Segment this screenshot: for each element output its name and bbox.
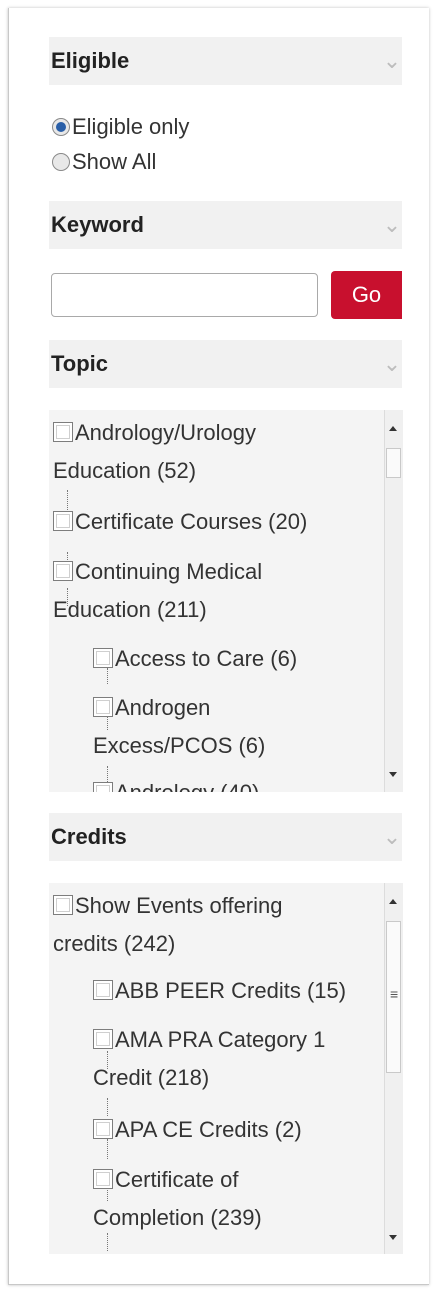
credits-item[interactable]: AMA PRA Category 1 Credit (218) bbox=[93, 1021, 378, 1097]
topic-checkbox[interactable] bbox=[53, 422, 73, 442]
topic-checkbox[interactable] bbox=[93, 648, 113, 668]
credits-item[interactable]: APA CE Credits (2) bbox=[93, 1111, 378, 1149]
credits-scrollbar[interactable]: ≡ bbox=[384, 883, 403, 1254]
topic-checkbox[interactable] bbox=[53, 511, 73, 531]
topic-checkbox[interactable] bbox=[93, 782, 113, 792]
credits-section-title: Credits bbox=[51, 824, 127, 849]
show-all-radio[interactable] bbox=[52, 153, 70, 171]
credits-list[interactable]: Show Events offering credits (242) ABB P… bbox=[49, 883, 384, 1254]
credits-checkbox[interactable] bbox=[53, 895, 73, 915]
topic-item-label: Excess/PCOS (6) bbox=[93, 733, 266, 758]
chevron-down-icon[interactable]: ⌄ bbox=[382, 826, 402, 848]
keyword-section-header[interactable]: Keyword ⌄ bbox=[49, 201, 402, 249]
credits-checkbox[interactable] bbox=[93, 980, 113, 1000]
credits-item-label: Completion (239) bbox=[93, 1205, 262, 1230]
credits-section-header[interactable]: Credits ⌄ bbox=[49, 813, 402, 861]
scroll-down-arrow-icon[interactable] bbox=[389, 1235, 397, 1240]
credits-item[interactable]: ABB PEER Credits (15) bbox=[93, 972, 384, 1010]
credits-item-label: Show Events offering bbox=[75, 893, 283, 918]
topic-item-label: Andrology/Urology bbox=[75, 420, 256, 445]
chevron-down-icon[interactable]: ⌄ bbox=[382, 50, 402, 72]
credits-item[interactable]: Show Events offering credits (242) bbox=[53, 887, 373, 963]
credits-item-label: Credit (218) bbox=[93, 1065, 210, 1090]
credits-checkbox[interactable] bbox=[93, 1029, 113, 1049]
eligible-only-radio[interactable] bbox=[52, 118, 70, 136]
eligible-section-title: Eligible bbox=[51, 48, 130, 73]
show-all-option[interactable]: Show All bbox=[52, 149, 156, 175]
topic-scroll-thumb[interactable] bbox=[386, 448, 401, 478]
go-button[interactable]: Go bbox=[331, 271, 402, 319]
topic-item-label: Continuing Medical bbox=[75, 559, 263, 584]
eligible-only-label: Eligible only bbox=[72, 114, 190, 139]
topic-item[interactable]: Andrology (40) bbox=[93, 774, 378, 792]
topic-item-label: Access to Care (6) bbox=[115, 646, 298, 671]
topic-item-label: Andrology (40) bbox=[115, 780, 259, 792]
credits-item-label: APA CE Credits (2) bbox=[115, 1117, 302, 1142]
credits-item[interactable]: Certificate of Completion (239) bbox=[93, 1161, 378, 1237]
topic-item[interactable]: Andrology/Urology Education (52) bbox=[53, 414, 373, 490]
topic-item[interactable]: Access to Care (6) bbox=[93, 640, 378, 678]
topic-scrollbar[interactable] bbox=[384, 410, 403, 792]
topic-section-header[interactable]: Topic ⌄ bbox=[49, 340, 402, 388]
credits-item-label: credits (242) bbox=[53, 931, 176, 956]
eligible-section-header[interactable]: Eligible ⌄ bbox=[49, 37, 402, 85]
credits-item-label: ABB PEER Credits (15) bbox=[115, 978, 347, 1003]
scroll-down-arrow-icon[interactable] bbox=[389, 772, 397, 777]
chevron-down-icon[interactable]: ⌄ bbox=[382, 214, 402, 236]
credits-item-label: Certificate of bbox=[115, 1167, 239, 1192]
eligible-only-option[interactable]: Eligible only bbox=[52, 114, 189, 140]
topic-item[interactable]: Androgen Excess/PCOS (6) bbox=[93, 689, 378, 765]
topic-item[interactable]: Certificate Courses (20) bbox=[53, 503, 373, 541]
credits-checkbox[interactable] bbox=[93, 1119, 113, 1139]
scroll-up-arrow-icon[interactable] bbox=[389, 899, 397, 904]
show-all-label: Show All bbox=[72, 149, 157, 174]
topic-checkbox[interactable] bbox=[93, 697, 113, 717]
keyword-input[interactable] bbox=[51, 273, 318, 317]
topic-checkbox[interactable] bbox=[53, 561, 73, 581]
topic-item-label: Androgen bbox=[115, 695, 211, 720]
scroll-grip-icon: ≡ bbox=[390, 986, 399, 1002]
topic-item-label: Education (52) bbox=[53, 458, 197, 483]
topic-item-label: Certificate Courses (20) bbox=[75, 509, 308, 534]
scroll-up-arrow-icon[interactable] bbox=[389, 426, 397, 431]
chevron-down-icon[interactable]: ⌄ bbox=[382, 353, 402, 375]
topic-list[interactable]: Andrology/Urology Education (52) Certifi… bbox=[49, 410, 384, 792]
credits-checkbox[interactable] bbox=[93, 1169, 113, 1189]
credits-item-label: AMA PRA Category 1 bbox=[115, 1027, 326, 1052]
topic-item[interactable]: Continuing Medical Education (211) bbox=[53, 553, 373, 629]
topic-section-title: Topic bbox=[51, 351, 109, 376]
keyword-section-title: Keyword bbox=[51, 212, 144, 237]
topic-item-label: Education (211) bbox=[53, 597, 207, 622]
